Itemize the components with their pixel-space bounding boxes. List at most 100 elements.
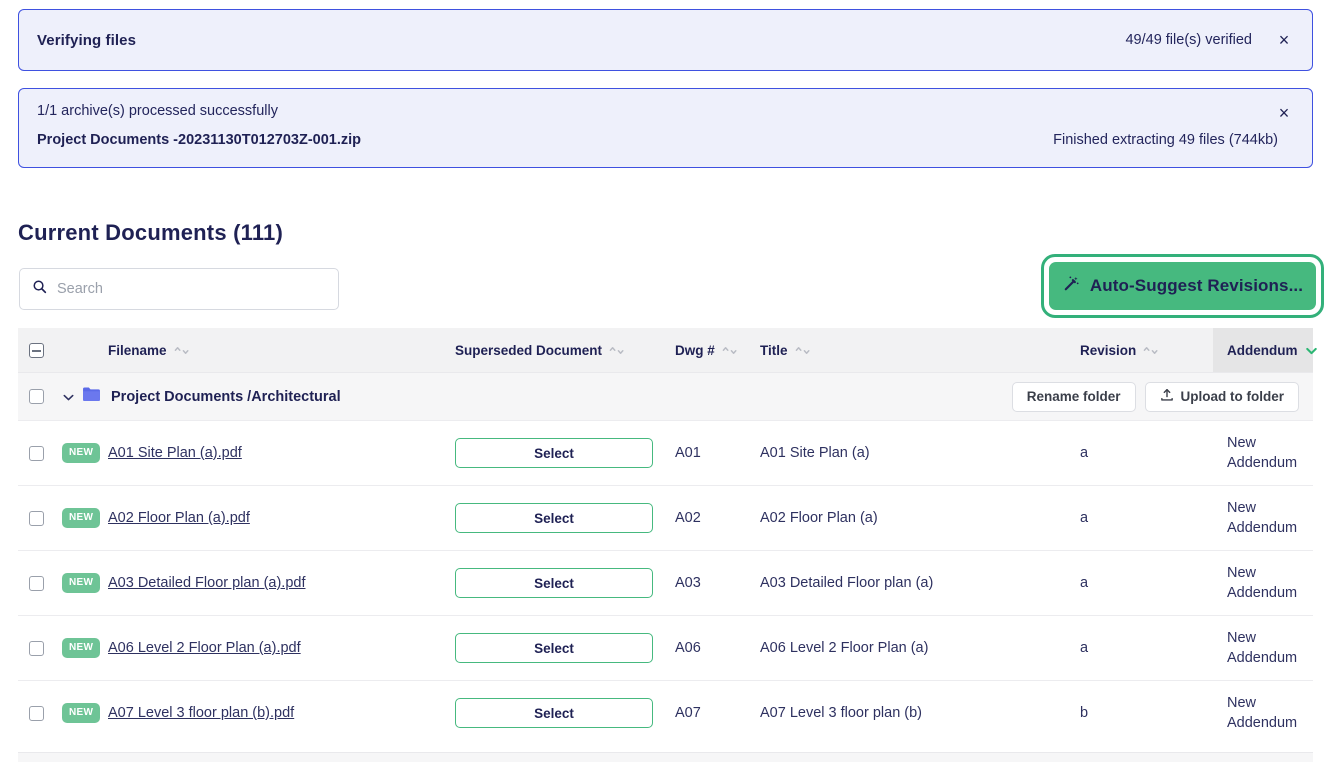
row-checkbox[interactable] (29, 510, 44, 526)
column-header-filename[interactable]: Filename (108, 328, 455, 372)
row-dwg-cell: A02 (675, 486, 760, 551)
search-box[interactable] (19, 268, 339, 310)
filename-link[interactable]: A01 Site Plan (a).pdf (108, 445, 242, 461)
column-header-superseded-document[interactable]: Superseded Document (455, 328, 675, 372)
dwg-value: A06 (675, 640, 701, 656)
row-select-cell (18, 421, 62, 486)
addendum-value[interactable]: New Addendum (1227, 498, 1303, 538)
column-header-title[interactable]: Title (760, 328, 1080, 372)
table-header-row: Filename Superseded Document Dwg # Title (18, 328, 1317, 372)
upload-icon (1160, 388, 1174, 405)
row-superseded-cell: Select (455, 551, 675, 616)
row-badge-cell: NEW (62, 486, 108, 551)
auto-suggest-revisions-button[interactable]: Auto-Suggest Revisions... (1049, 262, 1316, 310)
row-checkbox[interactable] (29, 445, 44, 461)
filename-link[interactable]: A03 Detailed Floor plan (a).pdf (108, 575, 305, 591)
column-label-revision: Revision (1080, 342, 1137, 358)
magic-wand-icon (1062, 275, 1080, 298)
row-title-cell: A01 Site Plan (a) (760, 421, 1080, 486)
chevron-down-icon[interactable] (63, 391, 74, 403)
select-superseded-button[interactable]: Select (455, 633, 653, 663)
column-header-dwg-number[interactable]: Dwg # (675, 328, 760, 372)
close-icon[interactable]: × (1274, 30, 1294, 50)
select-superseded-button[interactable]: Select (455, 568, 653, 598)
table-row[interactable]: NEW A02 Floor Plan (a).pdf Select A02 A0… (18, 485, 1313, 550)
column-label-title: Title (760, 342, 788, 358)
upload-to-folder-button[interactable]: Upload to folder (1144, 381, 1299, 412)
next-folder-group-row-partial[interactable] (18, 752, 1313, 762)
row-dwg-cell: A06 (675, 616, 760, 681)
row-select-cell (18, 616, 62, 681)
select-superseded-button[interactable]: Select (455, 698, 653, 728)
sort-toggle-icon[interactable] (795, 346, 811, 355)
sort-toggle-icon[interactable] (722, 346, 738, 355)
sort-toggle-icon[interactable] (1143, 346, 1159, 355)
table-row[interactable]: NEW A01 Site Plan (a).pdf Select A01 A01… (18, 420, 1313, 485)
alert-right-group: 49/49 file(s) verified × (1125, 30, 1294, 50)
select-superseded-button[interactable]: Select (455, 438, 653, 468)
table-row[interactable]: NEW A07 Level 3 floor plan (b).pdf Selec… (18, 680, 1313, 745)
revision-value: a (1080, 510, 1089, 526)
row-badge-cell: NEW (62, 681, 108, 746)
rename-folder-button[interactable]: Rename folder (1011, 381, 1136, 412)
row-checkbox[interactable] (29, 640, 44, 656)
folder-icon (82, 386, 101, 407)
new-badge: NEW (62, 703, 101, 723)
filename-link[interactable]: A07 Level 3 floor plan (b).pdf (108, 705, 294, 721)
table-row[interactable]: NEW A06 Level 2 Floor Plan (a).pdf Selec… (18, 615, 1313, 680)
auto-suggest-label: Auto-Suggest Revisions... (1089, 276, 1304, 295)
row-filename-cell: A07 Level 3 floor plan (b).pdf (108, 681, 455, 746)
row-title-cell: A02 Floor Plan (a) (760, 486, 1080, 551)
dwg-value: A01 (675, 445, 701, 461)
folder-actions: Rename folder Upload to folder (1011, 381, 1313, 412)
column-header-revision[interactable]: Revision (1080, 328, 1213, 372)
filename-link[interactable]: A02 Floor Plan (a).pdf (108, 510, 250, 526)
row-addendum-cell: New Addendum (1213, 551, 1313, 616)
row-filename-cell: A01 Site Plan (a).pdf (108, 421, 455, 486)
table-row[interactable]: NEW A03 Detailed Floor plan (a).pdf Sele… (18, 550, 1313, 615)
title-value: A06 Level 2 Floor Plan (a) (760, 640, 929, 656)
row-addendum-cell: New Addendum (1213, 616, 1313, 681)
column-header-addendum[interactable]: Addendum (1213, 328, 1317, 372)
sort-toggle-icon[interactable] (609, 346, 625, 355)
row-badge-cell: NEW (62, 616, 108, 681)
row-superseded-cell: Select (455, 421, 675, 486)
row-superseded-cell: Select (455, 616, 675, 681)
select-all-checkbox[interactable] (29, 342, 44, 358)
search-input[interactable] (55, 280, 326, 298)
archive-extract-status: Finished extracting 49 files (744kb) (1053, 132, 1278, 148)
addendum-value[interactable]: New Addendum (1227, 628, 1303, 668)
alert-archive-subtitle: 1/1 archive(s) processed successfully (37, 103, 278, 119)
addendum-value[interactable]: New Addendum (1227, 693, 1303, 733)
sort-desc-icon[interactable] (1305, 346, 1318, 355)
filename-link[interactable]: A06 Level 2 Floor Plan (a).pdf (108, 640, 301, 656)
row-revision-cell: a (1080, 551, 1213, 616)
close-icon[interactable]: × (1274, 103, 1294, 123)
column-label-dwg: Dwg # (675, 342, 715, 358)
row-select-cell (18, 681, 62, 746)
revision-value: a (1080, 445, 1089, 461)
addendum-value[interactable]: New Addendum (1227, 433, 1303, 473)
alert-archive-processed: 1/1 archive(s) processed successfully × … (18, 88, 1313, 168)
dwg-value: A02 (675, 510, 701, 526)
alert-verifying-files: Verifying files 49/49 file(s) verified × (18, 9, 1313, 71)
documents-table: Filename Superseded Document Dwg # Title (18, 328, 1317, 745)
row-select-cell (18, 486, 62, 551)
addendum-value[interactable]: New Addendum (1227, 563, 1303, 603)
title-value: A02 Floor Plan (a) (760, 510, 878, 526)
row-superseded-cell: Select (455, 681, 675, 746)
select-all-cell (18, 328, 62, 372)
row-title-cell: A07 Level 3 floor plan (b) (760, 681, 1080, 746)
folder-select-checkbox[interactable] (29, 389, 44, 404)
row-dwg-cell: A03 (675, 551, 760, 616)
row-dwg-cell: A01 (675, 421, 760, 486)
column-label-filename: Filename (108, 342, 167, 358)
row-checkbox[interactable] (29, 705, 44, 721)
sort-toggle-icon[interactable] (174, 346, 190, 355)
column-label-superseded: Superseded Document (455, 342, 603, 358)
dwg-value: A07 (675, 705, 701, 721)
folder-group-row[interactable]: Project Documents /Architectural Rename … (18, 372, 1313, 420)
auto-suggest-highlight-ring: Auto-Suggest Revisions... (1041, 254, 1324, 318)
row-checkbox[interactable] (29, 575, 44, 591)
select-superseded-button[interactable]: Select (455, 503, 653, 533)
